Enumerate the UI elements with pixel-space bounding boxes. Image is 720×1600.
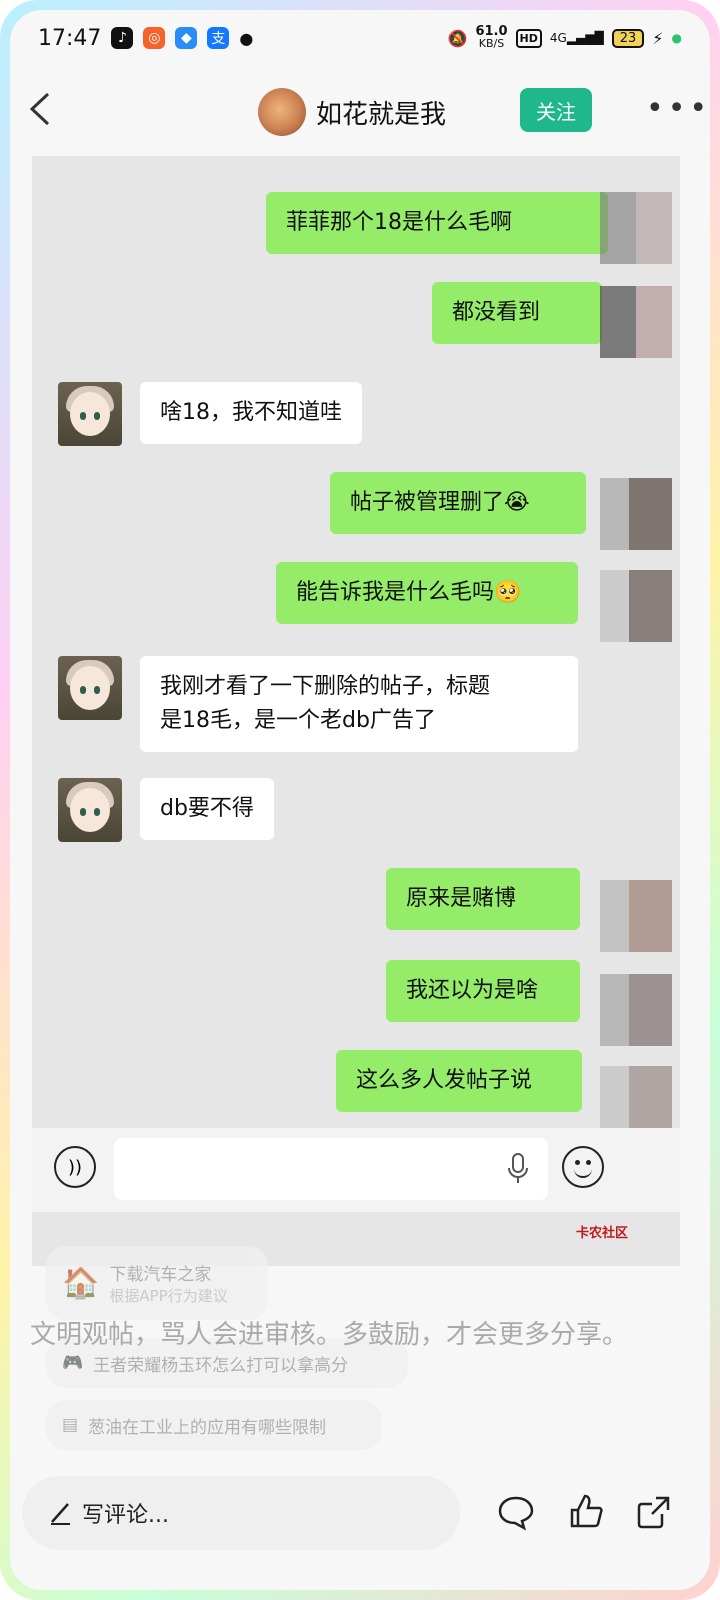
sender-avatar[interactable] [58,382,122,446]
back-icon[interactable] [26,92,56,126]
message-text: 能告诉我是什么毛吗🥺 [276,562,578,624]
message-text: 原来是赌博 [386,868,580,930]
mute-icon: 🔕 [447,28,468,48]
message-bubble-incoming: 啥18，我不知道哇 [140,382,362,444]
net-speed: 61.0 KB/S [475,25,507,50]
signal-label: 4G [549,31,567,45]
house-icon: 🏠 [62,1265,100,1301]
sender-avatar[interactable] [58,778,122,842]
message-text: db要不得 [140,778,274,840]
message-text: 啥18，我不知道哇 [140,382,362,444]
notification-dot-icon: ● [239,28,254,48]
message-bubble-outgoing: 帖子被管理删了😭 [330,472,586,534]
like-icon[interactable] [566,1492,606,1532]
redacted-avatar [600,880,672,952]
message-text: 这么多人发帖子说 [336,1050,582,1112]
community-rules-text: 文明观帖，骂人会进审核。多鼓励，才会更多分享。 [30,1320,629,1350]
message-bubble-outgoing: 我还以为是啥 [386,960,580,1022]
hd-badge: HD [515,28,542,48]
follow-button[interactable]: 关注 [520,88,592,132]
redacted-avatar [600,286,672,358]
status-bar: 17:47 ♪ ◎ ◆ 支 ● 🔕 61.0 KB/S HD 4G▂▄▆█ 23… [10,10,710,66]
message-bubble-outgoing: 能告诉我是什么毛吗🥺 [276,562,578,624]
recommendation-app[interactable]: 🏠 下载汽车之家 根据APP行为建议 [46,1246,268,1320]
signal-icon: 4G▂▄▆█ [549,31,604,45]
mic-icon [508,1153,528,1183]
comment-input[interactable]: 写评论... [22,1476,460,1550]
message-bubble-outgoing: 都没看到 [432,282,602,344]
comment-icon[interactable] [496,1492,536,1532]
message-bubble-outgoing: 原来是赌博 [386,868,580,930]
redacted-avatar [600,570,672,642]
redacted-avatar [600,192,672,264]
recommendation-topic-text: 王者荣耀杨玉环怎么打可以拿高分 [93,1355,349,1376]
share-icon[interactable] [634,1492,674,1532]
message-text: 菲菲那个18是什么毛啊 [266,192,608,254]
charging-icon: ⚡ [652,28,664,48]
redacted-avatar [600,974,672,1046]
message-text: 我还以为是啥 [386,960,580,1022]
message-text: 我刚才看了一下删除的帖子，标题 是18毛，是一个老db广告了 [140,656,578,752]
voice-icon: )) [54,1146,96,1188]
phone-screen: 17:47 ♪ ◎ ◆ 支 ● 🔕 61.0 KB/S HD 4G▂▄▆█ 23… [10,10,710,1590]
privacy-dot-icon: ● [671,31,682,45]
contact-avatar[interactable] [258,88,306,136]
recommendation-topic[interactable]: ▤ 葱油在工业上的应用有哪些限制 [46,1400,382,1450]
battery-indicator: 23 [611,28,645,48]
redacted-avatar [600,478,672,550]
chat-header: 如花就是我 关注 ••• [10,76,710,146]
message-bubble-incoming: 我刚才看了一下删除的帖子，标题 是18毛，是一个老db广告了 [140,656,578,752]
kuaishou-app-icon: ◎ [143,27,166,49]
comment-placeholder: 写评论... [82,1503,169,1528]
forum-watermark: 卡农社区 [576,1226,629,1241]
sender-avatar[interactable] [58,656,122,720]
more-options-icon[interactable]: ••• [646,94,710,124]
message-text: 都没看到 [432,282,602,344]
tiktok-app-icon: ♪ [111,27,134,49]
recommendation-title: 下载汽车之家 [109,1265,212,1285]
chat-input-field [114,1138,548,1200]
status-time: 17:47 [38,25,102,51]
feather-app-icon: ◆ [175,27,198,49]
net-speed-unit: KB/S [478,37,505,50]
chat-input-bar: )) [32,1128,680,1212]
emoji-icon [562,1146,604,1188]
message-text: 帖子被管理删了😭 [330,472,586,534]
recommendation-topic-text: 葱油在工业上的应用有哪些限制 [88,1417,327,1438]
message-bubble-incoming: db要不得 [140,778,274,840]
recommendation-subtitle: 根据APP行为建议 [109,1287,228,1305]
pencil-icon [51,1503,70,1525]
alipay-app-icon: 支 [207,27,230,49]
message-bubble-outgoing: 这么多人发帖子说 [336,1050,582,1112]
chat-screenshot: 菲菲那个18是什么毛啊 都没看到 啥18，我不知道哇 帖子被管理删了😭 能告诉我… [32,156,680,1266]
contact-name[interactable]: 如花就是我 [316,94,446,131]
bottom-action-bar: 写评论... [10,1470,710,1560]
article-icon: ▤ [62,1415,79,1435]
gamepad-icon: 🎮 [62,1353,84,1373]
message-bubble-outgoing: 菲菲那个18是什么毛啊 [266,192,608,254]
